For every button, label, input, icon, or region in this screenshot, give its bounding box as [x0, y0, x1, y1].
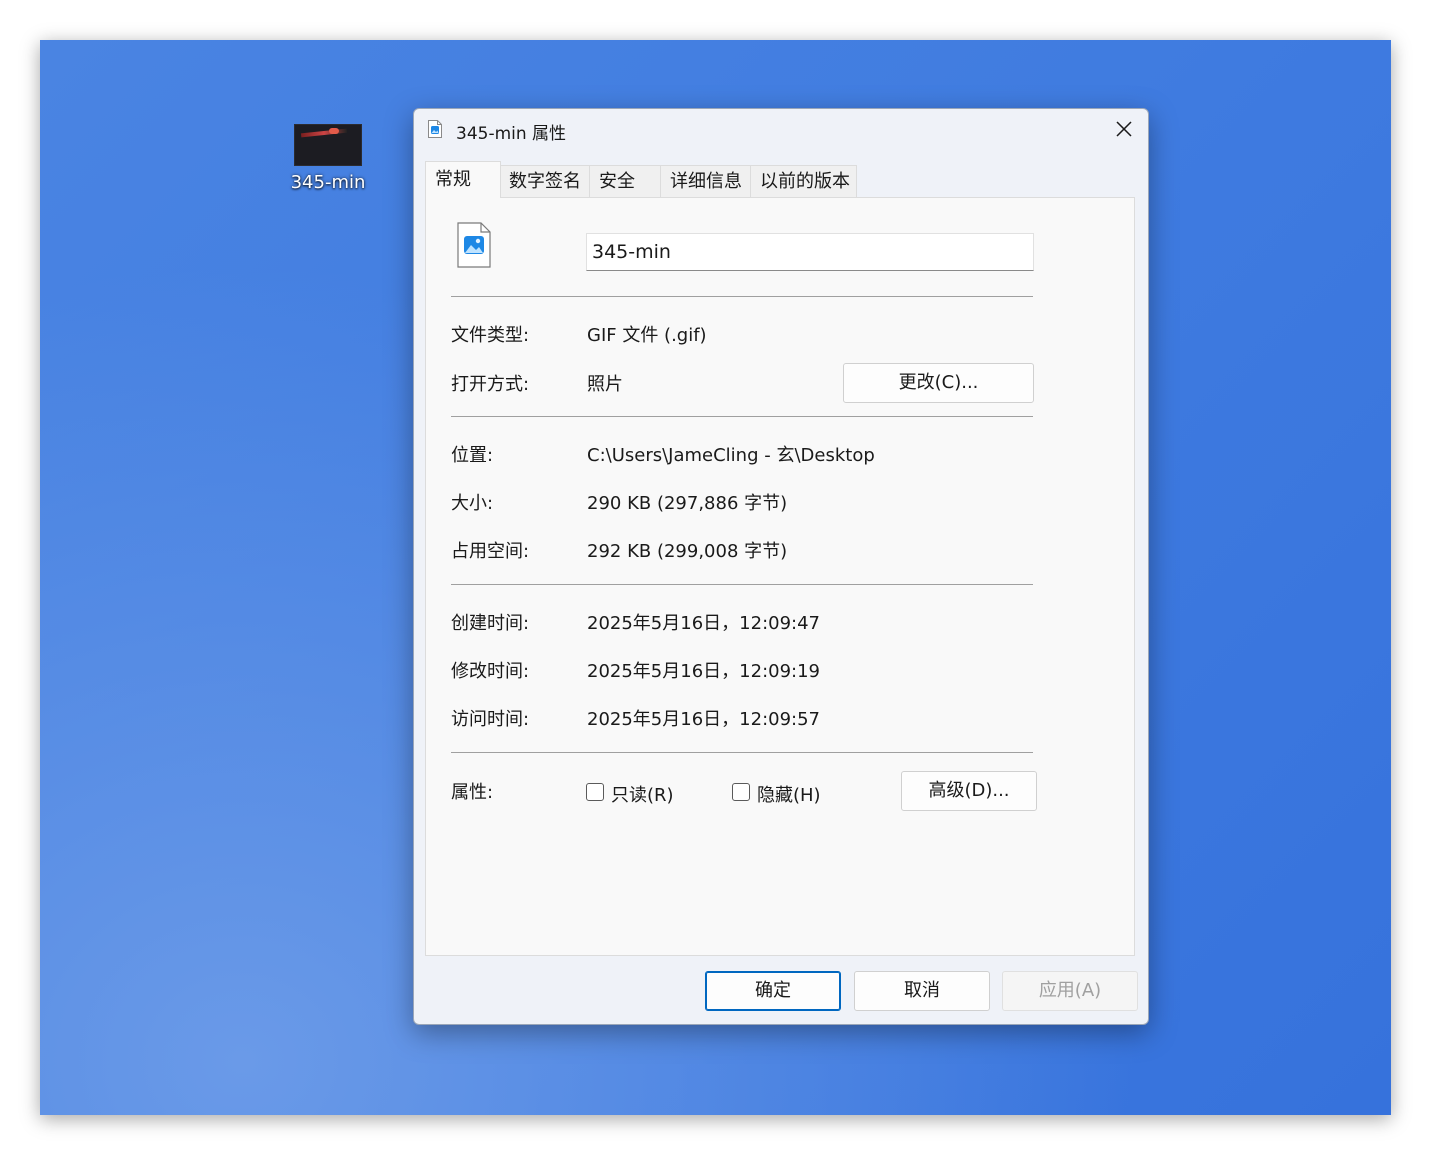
accessed-label: 访问时间:: [451, 709, 530, 730]
title-bar[interactable]: 345-min 属性: [414, 109, 1148, 149]
close-button[interactable]: [1100, 109, 1148, 149]
image-file-icon: [457, 222, 491, 268]
readonly-checkbox[interactable]: [586, 783, 604, 801]
open-with-value: 照片: [587, 374, 623, 395]
open-with-label: 打开方式:: [451, 374, 530, 395]
advanced-button[interactable]: 高级(D)...: [901, 771, 1037, 811]
image-file-icon: [428, 120, 442, 138]
accessed-value: 2025年5月16日，12:09:57: [587, 709, 821, 730]
file-type-value: GIF 文件 (.gif): [587, 325, 707, 346]
desktop-file-label: 345-min: [290, 172, 366, 193]
desktop: 345-min 345-min 属性 常规 数字签名 安全 详细信息 以前的版本: [40, 40, 1391, 1115]
location-value: C:\Users\JameCling - 玄\Desktop: [587, 445, 875, 466]
apply-button[interactable]: 应用(A): [1002, 971, 1138, 1011]
image-thumbnail: [294, 124, 362, 166]
separator: [451, 416, 1033, 417]
tab-previous-versions[interactable]: 以前的版本: [750, 165, 857, 197]
tab-digital-signatures[interactable]: 数字签名: [499, 165, 590, 197]
hidden-checkbox[interactable]: [732, 783, 750, 801]
file-type-label: 文件类型:: [451, 325, 530, 346]
size-value: 290 KB (297,886 字节): [587, 493, 788, 514]
properties-dialog: 345-min 属性 常规 数字签名 安全 详细信息 以前的版本 345-min…: [413, 108, 1149, 1025]
location-label: 位置:: [451, 445, 494, 466]
modified-value: 2025年5月16日，12:09:19: [587, 661, 821, 682]
file-name-input[interactable]: [586, 233, 1034, 271]
created-value: 2025年5月16日，12:09:47: [587, 613, 821, 634]
tab-general[interactable]: 常规: [425, 161, 501, 198]
size-on-disk-value: 292 KB (299,008 字节): [587, 541, 788, 562]
close-icon: [1116, 121, 1132, 137]
size-on-disk-label: 占用空间:: [451, 541, 530, 562]
hidden-label[interactable]: 隐藏(H): [757, 781, 821, 807]
desktop-file-icon[interactable]: 345-min: [283, 124, 373, 193]
modified-label: 修改时间:: [451, 661, 530, 682]
window-title: 345-min 属性: [456, 124, 567, 144]
tab-security[interactable]: 安全: [589, 165, 661, 197]
created-label: 创建时间:: [451, 613, 530, 634]
general-tab-panel: 文件类型: GIF 文件 (.gif) 打开方式: 照片 更改(C)... 位置…: [425, 197, 1135, 956]
separator: [451, 296, 1033, 297]
separator: [451, 752, 1033, 753]
ok-button[interactable]: 确定: [705, 971, 841, 1011]
change-open-with-button[interactable]: 更改(C)...: [843, 363, 1034, 403]
cancel-button[interactable]: 取消: [854, 971, 990, 1011]
readonly-label[interactable]: 只读(R): [611, 781, 674, 807]
tab-details[interactable]: 详细信息: [660, 165, 751, 197]
attributes-label: 属性:: [451, 782, 494, 803]
separator: [451, 584, 1033, 585]
size-label: 大小:: [451, 493, 494, 514]
